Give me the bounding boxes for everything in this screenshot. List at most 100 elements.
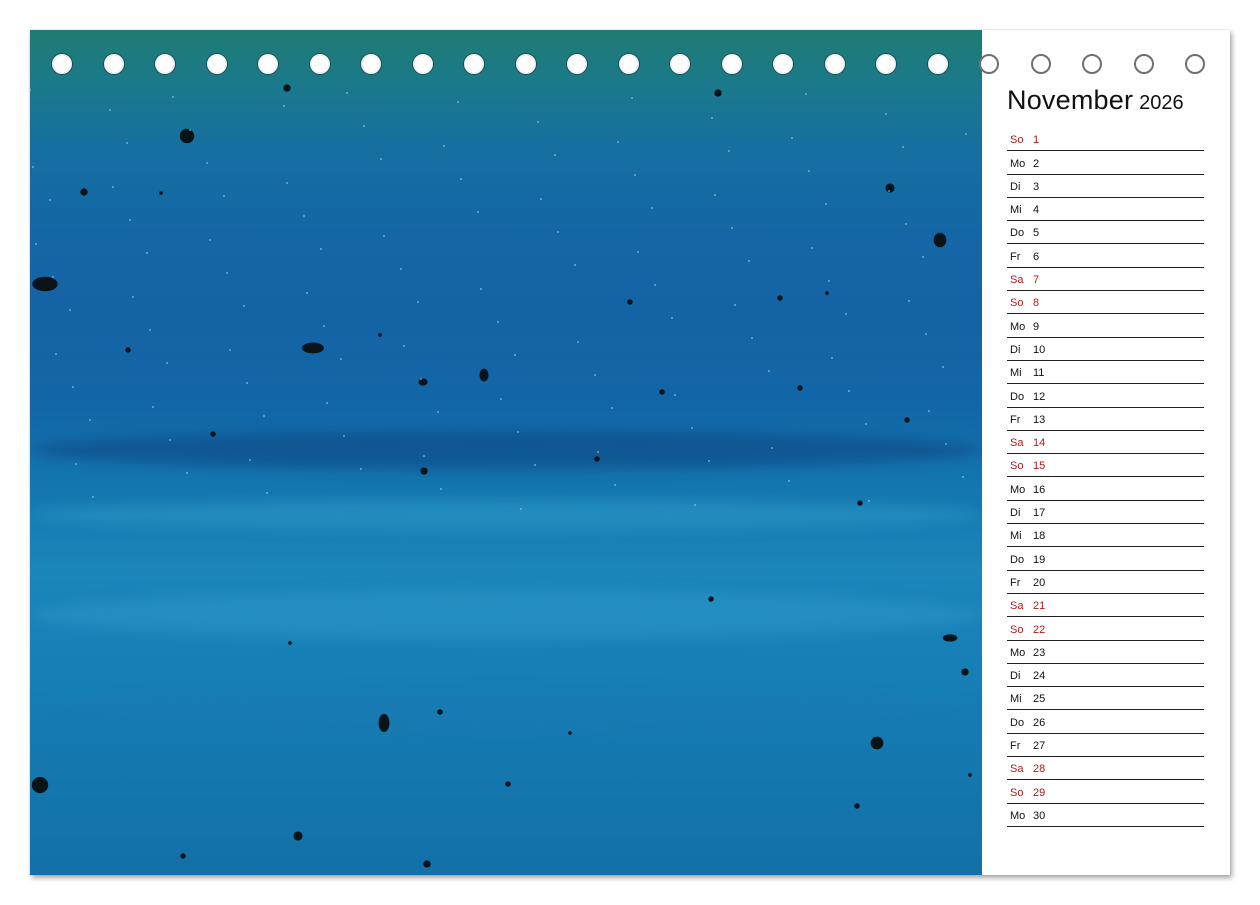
binding-ring bbox=[1082, 54, 1102, 74]
paint-sparkle bbox=[885, 113, 887, 115]
paint-sparkle bbox=[166, 362, 168, 364]
day-row: So 1 bbox=[1007, 128, 1204, 152]
day-number: 20 bbox=[1033, 576, 1046, 589]
paint-speck bbox=[961, 668, 969, 676]
paint-sparkle bbox=[962, 476, 964, 478]
paint-sparkle bbox=[249, 459, 251, 461]
paint-sparkle bbox=[417, 301, 419, 303]
paint-speck bbox=[594, 456, 600, 462]
binding-ring bbox=[670, 54, 690, 74]
weekday-label: Sa bbox=[1010, 437, 1024, 450]
paint-speck bbox=[159, 191, 163, 195]
paint-speck bbox=[180, 853, 186, 859]
day-row: Sa 14 bbox=[1007, 431, 1204, 455]
paint-sparkle bbox=[768, 370, 770, 372]
day-number: 8 bbox=[1033, 297, 1040, 310]
paint-sparkle bbox=[152, 406, 154, 408]
paint-speck bbox=[179, 128, 195, 144]
binding-ring bbox=[927, 54, 948, 74]
paint-sparkle bbox=[540, 198, 542, 200]
paint-sparkle bbox=[30, 89, 31, 91]
paint-sparkle bbox=[945, 443, 947, 445]
paint-sparkle bbox=[89, 419, 91, 421]
day-row: Mi 25 bbox=[1007, 687, 1204, 711]
paint-sparkle bbox=[617, 141, 619, 143]
paint-sparkle bbox=[828, 280, 830, 282]
weekday-label: Mi bbox=[1010, 204, 1022, 217]
paint-sparkle bbox=[443, 145, 445, 147]
day-row: Di 10 bbox=[1007, 338, 1204, 361]
paint-sparkle bbox=[791, 137, 793, 139]
paint-speckles bbox=[30, 84, 972, 868]
paint-sparkle bbox=[694, 504, 696, 506]
day-number: 18 bbox=[1033, 530, 1046, 543]
paint-sparkle bbox=[363, 125, 365, 127]
paint-sparkle bbox=[671, 317, 673, 319]
paint-sparkle bbox=[172, 96, 174, 98]
weekday-label: So bbox=[1010, 460, 1024, 473]
day-number: 25 bbox=[1033, 693, 1046, 706]
paint-sparkle bbox=[420, 378, 422, 380]
paint-sparkle bbox=[229, 349, 231, 351]
day-row: Fr 20 bbox=[1007, 571, 1204, 594]
paint-sparkle bbox=[902, 146, 904, 148]
binding-ring bbox=[1185, 54, 1205, 74]
paint-sparkle bbox=[383, 235, 385, 237]
paint-sparkle bbox=[751, 337, 753, 339]
weekday-label: Mo bbox=[1010, 483, 1026, 496]
day-row: Do 12 bbox=[1007, 384, 1204, 408]
day-list: So 1 Mo 2 Di 3 Mi 4 Do 5 Fr 6 Sa 7 So 8 Mo 9 Di 10 Mi 11 Do 12 F… bbox=[1007, 128, 1204, 827]
weekday-label: Do bbox=[1010, 227, 1025, 240]
paint-sparkle bbox=[500, 398, 502, 400]
paint-speck bbox=[437, 709, 443, 715]
paint-speck bbox=[933, 232, 947, 248]
weekday-label: So bbox=[1010, 134, 1024, 147]
paint-speck bbox=[125, 347, 131, 353]
binding-ring bbox=[979, 54, 999, 74]
paint-sparkle bbox=[520, 508, 522, 510]
paint-speck bbox=[283, 84, 291, 92]
day-row: Sa 28 bbox=[1007, 757, 1204, 781]
paint-sparkle bbox=[771, 447, 773, 449]
day-row: So 29 bbox=[1007, 780, 1204, 804]
day-number: 19 bbox=[1033, 553, 1046, 566]
paint-sparkle bbox=[922, 256, 924, 258]
binding-ring bbox=[412, 54, 433, 74]
weekday-label: Do bbox=[1010, 390, 1025, 403]
binding-ring bbox=[206, 54, 227, 74]
day-number: 12 bbox=[1033, 390, 1046, 403]
paint-sparkle bbox=[32, 166, 34, 168]
weekday-label: Fr bbox=[1010, 250, 1021, 263]
day-row: Sa 21 bbox=[1007, 594, 1204, 618]
day-number: 27 bbox=[1033, 740, 1046, 753]
paint-sparkle bbox=[126, 142, 128, 144]
day-number: 16 bbox=[1033, 483, 1046, 496]
day-number: 10 bbox=[1033, 343, 1046, 356]
paint-sparkle bbox=[477, 211, 479, 213]
paint-sparkle bbox=[848, 390, 850, 392]
day-number: 29 bbox=[1033, 786, 1046, 799]
paint-sparkle bbox=[888, 190, 890, 192]
paint-sparkle bbox=[132, 296, 134, 298]
paint-sparkle bbox=[306, 292, 308, 294]
paint-sparkle bbox=[942, 366, 944, 368]
weekday-label: Sa bbox=[1010, 763, 1024, 776]
paint-sparkle bbox=[129, 219, 131, 221]
binding-ring bbox=[618, 54, 639, 74]
paint-sparkle bbox=[811, 247, 813, 249]
day-number: 5 bbox=[1033, 227, 1040, 240]
paint-speck bbox=[293, 831, 303, 841]
paint-speck bbox=[302, 342, 324, 354]
paint-sparkle bbox=[611, 407, 613, 409]
paint-sparkle bbox=[49, 199, 51, 201]
day-row: Mo 16 bbox=[1007, 477, 1204, 501]
weekday-label: Mi bbox=[1010, 367, 1022, 380]
paint-sparkle bbox=[360, 468, 362, 470]
day-number: 15 bbox=[1033, 460, 1046, 473]
weekday-label: Fr bbox=[1010, 740, 1021, 753]
paint-speck bbox=[31, 776, 49, 794]
paint-sparkle bbox=[226, 272, 228, 274]
paint-speck bbox=[797, 385, 803, 391]
paint-sparkle bbox=[708, 460, 710, 462]
paint-sparkle bbox=[711, 117, 713, 119]
